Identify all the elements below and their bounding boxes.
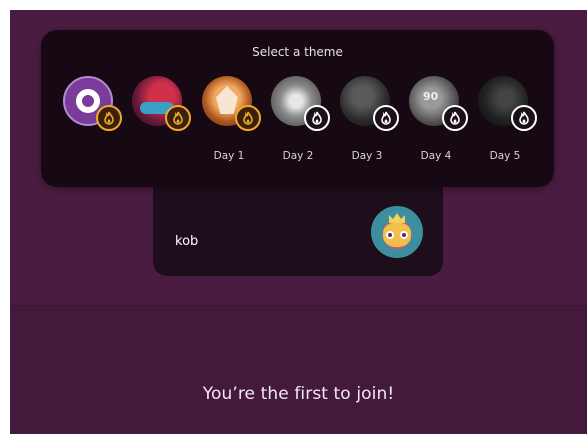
theme-artwork-number: 90: [423, 90, 439, 103]
theme-day-label: Day 4: [420, 150, 452, 162]
theme-option-day-1[interactable]: Day 1: [202, 76, 261, 166]
theme-option-day-3[interactable]: Day 3: [340, 76, 399, 166]
theme-day-label: Day 5: [489, 150, 521, 162]
theme-option-default[interactable]: [63, 76, 122, 166]
game-lobby: You’re the first to join! kob Select a t…: [10, 10, 587, 434]
join-status-message: You’re the first to join!: [202, 384, 395, 404]
theme-day-label: Day 1: [213, 150, 245, 162]
lobby-status-area: You’re the first to join!: [10, 305, 587, 434]
theme-option-day-2[interactable]: Day 2: [271, 76, 330, 166]
theme-day-label: Day 2: [282, 150, 314, 162]
flame-icon: [442, 105, 468, 131]
flame-icon: [304, 105, 330, 131]
theme-picker-title: Select a theme: [252, 45, 343, 59]
flame-icon: [511, 105, 537, 131]
flame-icon: [235, 105, 261, 131]
flame-icon: [96, 105, 122, 131]
theme-option-day-5[interactable]: Day 5: [478, 76, 537, 166]
player-avatar-icon[interactable]: [371, 206, 423, 258]
flame-icon: [165, 105, 191, 131]
theme-picker-panel: Select a theme Day 1 Day 2 Day 3 90 Day …: [41, 30, 554, 187]
theme-option-day-4[interactable]: 90 Day 4: [409, 76, 468, 166]
theme-option-car[interactable]: [132, 76, 191, 166]
player-name: kob: [175, 234, 199, 249]
theme-day-label: Day 3: [351, 150, 383, 162]
flame-icon: [373, 105, 399, 131]
